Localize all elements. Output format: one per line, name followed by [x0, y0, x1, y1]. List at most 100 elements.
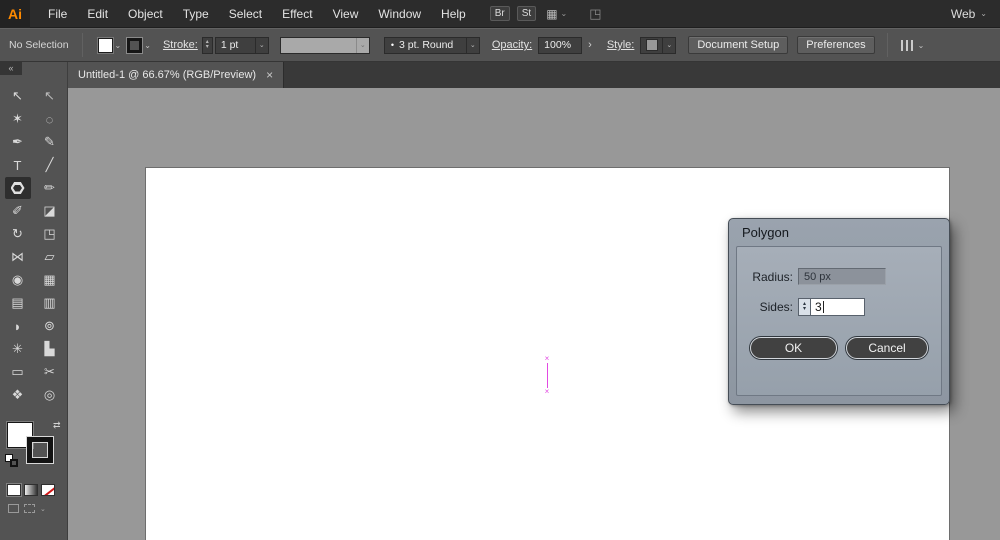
scale-tool[interactable]: ◳	[37, 223, 63, 245]
sides-value: 3	[815, 300, 822, 314]
document-setup-button[interactable]: Document Setup	[688, 36, 788, 54]
workspace-switcher[interactable]: Web ⌄	[951, 7, 987, 21]
gradient-tool[interactable]: ▥	[37, 292, 63, 314]
chevron-down-icon: ⌄	[356, 38, 369, 53]
opacity-panel-link[interactable]: Opacity:	[492, 39, 532, 51]
curvature-tool[interactable]: ✎	[37, 131, 63, 153]
radius-field-row: Radius: 50 px	[737, 268, 941, 285]
eraser-tool[interactable]: ◪	[37, 200, 63, 222]
style-panel-link[interactable]: Style:	[607, 39, 635, 51]
swap-fill-stroke-icon[interactable]: ⇄	[53, 420, 61, 431]
rotate-tool[interactable]: ↻	[5, 223, 31, 245]
collapse-panel-icon[interactable]: «	[0, 62, 22, 75]
fill-swatch[interactable]	[98, 38, 113, 53]
paintbrush-tool[interactable]: ✏	[37, 177, 63, 199]
grid-icon: ▦	[546, 7, 557, 21]
pen-tool[interactable]: ✒	[5, 131, 31, 153]
default-fill-stroke-icon[interactable]	[5, 454, 19, 468]
zoom-tool[interactable]: ◎	[37, 384, 63, 406]
fill-color-control[interactable]: ⌄	[98, 38, 122, 53]
arrange-documents-button[interactable]: ▦ ⌄	[546, 7, 567, 21]
menu-file[interactable]: File	[38, 0, 77, 28]
dialog-title[interactable]: Polygon	[729, 219, 949, 243]
menu-type[interactable]: Type	[173, 0, 219, 28]
document-area: Untitled-1 @ 66.67% (RGB/Preview) × × × …	[68, 62, 1000, 540]
sides-input[interactable]: 3	[811, 298, 865, 316]
mesh-tool[interactable]: ▤	[5, 292, 31, 314]
draw-behind-button[interactable]	[24, 504, 35, 513]
column-graph-tool[interactable]: ▙	[37, 338, 63, 360]
ok-button[interactable]: OK	[750, 337, 837, 359]
sides-label: Sides:	[737, 300, 793, 314]
none-button[interactable]	[41, 484, 55, 496]
menu-edit[interactable]: Edit	[77, 0, 118, 28]
opacity-expand-arrow[interactable]: ›	[585, 39, 595, 51]
color-button[interactable]	[7, 484, 21, 496]
blend-tool[interactable]: ⊚	[37, 315, 63, 337]
menu-view[interactable]: View	[323, 0, 369, 28]
menu-object[interactable]: Object	[118, 0, 173, 28]
symbol-sprayer-tool[interactable]: ✳	[5, 338, 31, 360]
artboard-tool[interactable]: ▭	[5, 361, 31, 383]
separator	[887, 33, 888, 57]
stroke-width-combo[interactable]: 1 pt ⌄	[215, 37, 269, 54]
shape-builder-tool[interactable]: ◉	[5, 269, 31, 291]
width-tool[interactable]: ⋈	[5, 246, 31, 268]
stroke-panel-link[interactable]: Stroke:	[163, 39, 198, 51]
touch-workspace-icon[interactable]: ◳	[589, 6, 601, 22]
polygon-tool[interactable]	[5, 177, 31, 199]
width-profile-combo: ⌄	[280, 37, 370, 54]
direct-selection-tool[interactable]: ↖	[37, 85, 63, 107]
eyedropper-tool[interactable]: ◗	[5, 315, 31, 337]
stroke-swatch[interactable]	[127, 38, 142, 53]
menu-help[interactable]: Help	[431, 0, 476, 28]
radius-input[interactable]: 50 px	[798, 268, 886, 285]
style-combo[interactable]: ⌄	[640, 37, 676, 54]
workspace-label: Web	[951, 7, 975, 21]
magic-wand-tool[interactable]: ✶	[5, 108, 31, 130]
line-segment-tool[interactable]: ╱	[37, 154, 63, 176]
tab-close-icon[interactable]: ×	[266, 70, 273, 80]
chevron-down-icon[interactable]: ⌄	[466, 38, 479, 53]
preferences-button[interactable]: Preferences	[797, 36, 874, 54]
stroke-color-control[interactable]: ⌄	[127, 38, 151, 53]
sides-stepper[interactable]: ▴ ▾	[798, 298, 811, 316]
brush-dot-icon: •	[385, 40, 394, 50]
type-tool[interactable]: T	[5, 154, 31, 176]
quickbar-br-button[interactable]: Br	[490, 6, 510, 21]
chevron-down-icon: ⌄	[918, 41, 925, 50]
panel-options-control[interactable]: ⌄	[897, 40, 925, 51]
separator	[82, 33, 83, 57]
hand-tool[interactable]: ❖	[5, 384, 31, 406]
opacity-combo[interactable]: 100%	[538, 37, 582, 54]
canvas[interactable]: × × Polygon Radius: 50 px Sides:	[68, 88, 1000, 540]
brush-combo[interactable]: • 3 pt. Round ⌄	[384, 37, 480, 54]
perspective-grid-tool[interactable]: ▦	[37, 269, 63, 291]
spin-down-icon[interactable]: ▾	[206, 45, 209, 50]
chevron-down-icon[interactable]: ⌄	[255, 38, 268, 53]
menu-select[interactable]: Select	[219, 0, 272, 28]
quickbar-st-button[interactable]: St	[517, 6, 536, 21]
free-transform-tool[interactable]: ▱	[37, 246, 63, 268]
chevron-down-icon[interactable]: ⌄	[662, 38, 675, 53]
app-logo[interactable]: Ai	[0, 0, 30, 28]
path-segment	[547, 363, 548, 388]
chevron-down-icon: ⌄	[561, 9, 568, 18]
draw-normal-button[interactable]	[8, 504, 19, 513]
menu-items: FileEditObjectTypeSelectEffectViewWindow…	[38, 0, 476, 28]
cancel-button[interactable]: Cancel	[846, 337, 928, 359]
chevron-down-icon[interactable]: ⌄	[40, 505, 46, 513]
spin-down-icon[interactable]: ▾	[803, 307, 806, 312]
document-tab[interactable]: Untitled-1 @ 66.67% (RGB/Preview) ×	[68, 62, 284, 88]
toolbar-stroke-swatch[interactable]	[27, 437, 53, 463]
menu-window[interactable]: Window	[368, 0, 431, 28]
lasso-tool[interactable]: ◌	[37, 108, 63, 130]
stroke-width-stepper[interactable]: ▴ ▾	[202, 37, 213, 54]
chevron-down-icon: ⌄	[115, 41, 122, 50]
gradient-button[interactable]	[24, 484, 38, 496]
menu-effect[interactable]: Effect	[272, 0, 322, 28]
selection-tool[interactable]: ↖	[5, 85, 31, 107]
slice-tool[interactable]: ✂	[37, 361, 63, 383]
shaper-tool[interactable]: ✐	[5, 200, 31, 222]
opacity-value: 100%	[539, 39, 576, 51]
